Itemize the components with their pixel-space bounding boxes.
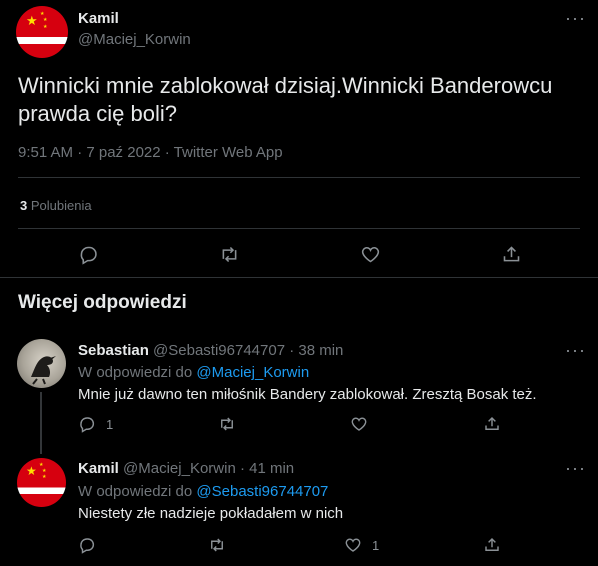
like-button[interactable] — [350, 415, 378, 433]
author-name[interactable]: Sebastian — [78, 342, 149, 359]
more-horizontal-icon[interactable]: ··· — [565, 458, 586, 479]
likes-count: 3 — [20, 198, 28, 213]
share-icon — [483, 536, 501, 554]
reply-button[interactable]: 1 — [78, 415, 113, 433]
likes-label: Polubienia — [30, 198, 92, 213]
reply-to-label: W odpowiedzi do — [78, 483, 193, 500]
retweet-icon — [219, 244, 240, 265]
flag-star-icon: ★ — [26, 13, 38, 28]
flag-star-icon: ★ — [42, 474, 47, 480]
tweet-text: Winnicki mnie zablokował dzisiaj.Winnick… — [18, 73, 553, 126]
divider — [18, 177, 580, 178]
heart-icon — [350, 415, 368, 433]
retweet-button[interactable] — [219, 244, 240, 265]
reply-button[interactable] — [78, 536, 106, 554]
tweet-time[interactable]: · 41 min — [240, 460, 294, 477]
heart-icon — [360, 244, 381, 265]
reply-bubble-icon — [78, 415, 96, 433]
retweet-icon — [208, 536, 226, 554]
thread-line — [40, 392, 42, 454]
share-button[interactable] — [483, 536, 501, 554]
reply-to-handle[interactable]: @Sebasti96744707 — [196, 483, 328, 500]
tweet-meta[interactable]: 9:51 AM · 7 paź 2022 · Twitter Web App — [18, 144, 283, 161]
section-title: Więcej odpowiedzi — [18, 292, 187, 313]
like-button[interactable]: 1 — [344, 536, 379, 554]
retweet-icon — [218, 415, 236, 433]
more-horizontal-icon[interactable]: ··· — [565, 8, 586, 29]
tweet-time[interactable]: · 38 min — [289, 342, 343, 359]
reply-button[interactable] — [78, 244, 99, 265]
likes-stat[interactable]: 3 Polubienia — [20, 198, 92, 213]
share-icon — [483, 415, 501, 433]
like-button[interactable] — [360, 244, 381, 265]
avatar[interactable]: ★ ★ ★ ★ — [17, 458, 66, 507]
reply-to-handle[interactable]: @Maciej_Korwin — [196, 364, 309, 381]
reply-to-label: W odpowiedzi do — [78, 364, 193, 381]
share-icon — [501, 244, 522, 265]
author-handle[interactable]: @Maciej_Korwin — [123, 460, 236, 477]
avatar[interactable] — [17, 339, 66, 388]
like-count: 1 — [372, 537, 380, 553]
author-handle[interactable]: @Maciej_Korwin — [78, 31, 191, 48]
retweet-button[interactable] — [208, 536, 226, 554]
author-handle[interactable]: @Sebasti96744707 — [153, 342, 285, 359]
divider — [0, 277, 598, 278]
divider — [18, 228, 580, 229]
heart-icon — [344, 536, 362, 554]
flag-star-icon: ★ — [43, 17, 48, 23]
bird-avatar-icon — [31, 356, 56, 385]
retweet-button[interactable] — [218, 415, 236, 433]
author-name[interactable]: Kamil — [78, 10, 119, 27]
share-button[interactable] — [501, 244, 522, 265]
avatar[interactable]: ★ ★ ★ ★ — [16, 6, 68, 58]
more-horizontal-icon[interactable]: ··· — [565, 340, 586, 361]
tweet-text: Niestety złe nadzieje pokładałem w nich — [78, 505, 344, 522]
tweet-text: Mnie już dawno ten miłośnik Bandery zabl… — [78, 386, 537, 403]
reply-count: 1 — [106, 416, 114, 432]
share-button[interactable] — [483, 415, 501, 433]
flag-star-icon: ★ — [26, 464, 37, 478]
reply-bubble-icon — [78, 536, 96, 554]
flag-star-icon: ★ — [43, 24, 48, 30]
reply-bubble-icon — [78, 244, 99, 265]
author-name[interactable]: Kamil — [78, 460, 119, 477]
